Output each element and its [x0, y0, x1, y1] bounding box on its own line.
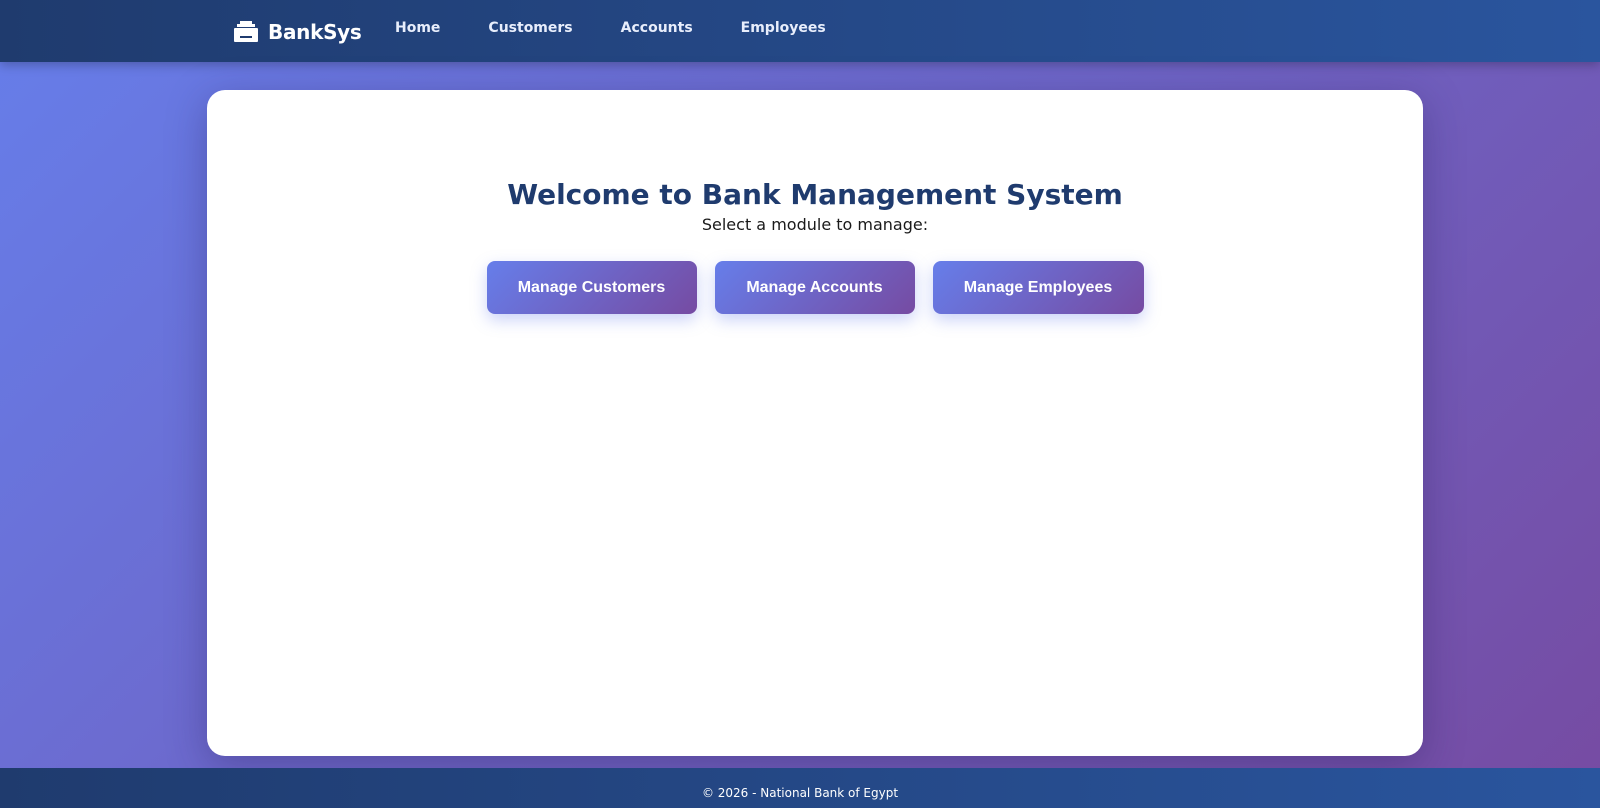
main-card: Welcome to Bank Management System Select… [207, 90, 1423, 756]
footer-copyright: © 2026 - National Bank of Egypt [701, 786, 899, 800]
page-title: Welcome to Bank Management System [507, 178, 1123, 211]
footer: © 2026 - National Bank of Egypt [0, 768, 1600, 808]
nav-employees[interactable]: Employees [741, 20, 826, 36]
nav-accounts[interactable]: Accounts [621, 20, 693, 36]
bank-icon [232, 20, 260, 44]
brand-link[interactable]: BankSys [232, 18, 362, 46]
navbar: BankSys Home Customers Accounts Employee… [0, 0, 1600, 62]
manage-customers-button[interactable]: Manage Customers [486, 261, 697, 314]
brand-name: BankSys [268, 20, 362, 44]
page-subtitle: Select a module to manage: [701, 215, 929, 234]
nav-links: Home Customers Accounts Employees [395, 20, 874, 36]
manage-accounts-button[interactable]: Manage Accounts [714, 261, 915, 314]
nav-home[interactable]: Home [395, 20, 440, 36]
module-buttons: Manage Customers Manage Accounts Manage … [207, 261, 1423, 314]
manage-employees-button[interactable]: Manage Employees [932, 261, 1144, 314]
nav-customers[interactable]: Customers [488, 20, 572, 36]
